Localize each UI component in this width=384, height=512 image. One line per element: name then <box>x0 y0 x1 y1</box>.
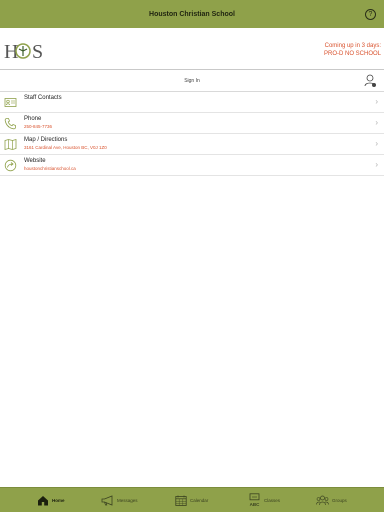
megaphone-icon <box>101 494 113 506</box>
tab-label: Messages <box>117 497 138 503</box>
tab-label: Calendar <box>190 497 209 503</box>
user-add-icon[interactable] <box>364 74 376 87</box>
chevron-right-icon: › <box>375 160 378 169</box>
app-title: Houston Christian School <box>149 10 235 18</box>
home-icon <box>38 495 48 505</box>
list-item-phone[interactable]: Phone 250-845-7736 › <box>0 113 384 134</box>
contact-card-icon <box>4 98 17 107</box>
upcoming-notice[interactable]: Coming up in 3 days: PRO-D NO SCHOOL <box>324 42 381 58</box>
tab-label: Classes <box>264 497 281 503</box>
list-item-title: Staff Contacts <box>24 95 62 101</box>
phone-icon <box>4 118 16 130</box>
tab-messages[interactable]: Messages <box>101 491 138 509</box>
brand-area: H S Coming up in 3 days: PRO-D NO SCHOOL <box>0 28 384 70</box>
list-item-title: Website <box>24 158 46 164</box>
info-list: Staff Contacts › Phone 250-845-7736 › Ma… <box>0 92 384 176</box>
groups-icon <box>316 495 329 505</box>
signin-label[interactable]: Sign In <box>0 78 384 84</box>
address: 3161 Cardinal Ave, Houston BC, V0J 1Z0 <box>24 145 107 150</box>
tab-calendar[interactable]: Calendar <box>175 491 208 509</box>
notice-line1: Coming up in 3 days: <box>324 43 381 49</box>
chevron-right-icon: › <box>375 97 378 106</box>
list-item-website[interactable]: Website houstonchristianschool.ca › <box>0 155 384 176</box>
list-item-title: Map / Directions <box>24 137 68 143</box>
question-icon[interactable]: ? <box>365 9 376 20</box>
share-arrow-icon <box>4 159 17 172</box>
tab-label: Groups <box>332 497 347 503</box>
bottom-tab-bar: Home Messages Calendar ABC Classes Group… <box>0 487 384 512</box>
phone-number: 250-845-7736 <box>24 124 53 129</box>
notice-line2: PRO-D NO SCHOOL <box>323 51 381 57</box>
tab-home[interactable]: Home <box>37 491 65 509</box>
list-item-map[interactable]: Map / Directions 3161 Cardinal Ave, Hous… <box>0 134 384 155</box>
tab-groups[interactable]: Groups <box>316 491 347 509</box>
classes-icon: ABC <box>249 493 260 507</box>
list-item-title: Phone <box>24 116 42 122</box>
signin-bar[interactable]: Sign In <box>0 70 384 92</box>
classes-icon-text: ABC <box>250 502 260 507</box>
map-icon <box>4 138 17 151</box>
top-bar: Houston Christian School ? <box>0 0 384 28</box>
list-item-staff-contacts[interactable]: Staff Contacts › <box>0 92 384 113</box>
website-url: houstonchristianschool.ca <box>24 166 76 171</box>
school-logo: H S <box>4 41 42 63</box>
svg-text:S: S <box>32 41 42 63</box>
tab-label: Home <box>52 497 65 503</box>
chevron-right-icon: › <box>375 139 378 148</box>
tab-classes[interactable]: ABC Classes <box>248 491 280 509</box>
chevron-right-icon: › <box>375 118 378 127</box>
calendar-icon <box>175 495 187 506</box>
